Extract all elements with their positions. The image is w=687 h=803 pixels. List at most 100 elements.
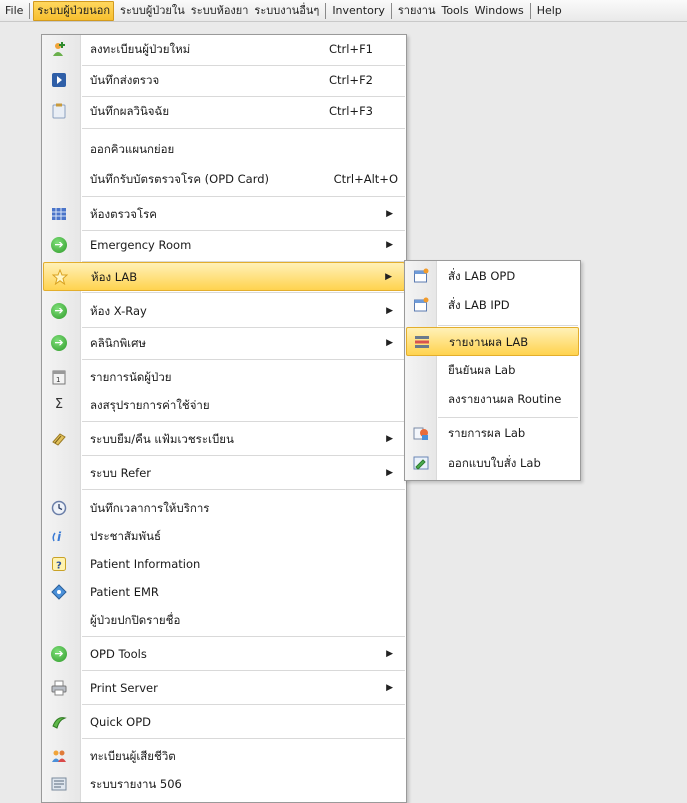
menu-item-refer-system[interactable]: ระบบ Refer ▶: [43, 459, 405, 488]
menu-item-service-time[interactable]: บันทึกเวลาการให้บริการ: [43, 494, 405, 523]
menu-item-borrow-return-records[interactable]: ระบบยืม/คืน แฟ้มเวชระเบียน ▶: [43, 425, 405, 454]
menu-opd[interactable]: ระบบผู้ป่วยนอก: [33, 0, 115, 21]
grid-icon: [51, 206, 67, 222]
menu-item-label: OPD Tools: [90, 647, 147, 661]
sigma-icon: Σ: [54, 397, 64, 412]
submenu-item-label: ออกแบบใบสั่ง Lab: [448, 456, 541, 470]
folder-icon: [51, 431, 67, 447]
calendar-icon: 1: [51, 369, 67, 385]
menu-inventory[interactable]: Inventory: [329, 1, 388, 21]
printer-icon: [51, 680, 67, 696]
menu-item-diagnosis[interactable]: บันทึกผลวินิจฉัย Ctrl+F3: [43, 97, 405, 126]
menu-item-report-506[interactable]: ระบบรายงาน 506: [43, 770, 405, 799]
menu-separator: [82, 738, 405, 739]
menu-windows[interactable]: Windows: [472, 1, 527, 21]
menu-item-shortcut: Ctrl+Alt+O: [333, 172, 398, 186]
green-arrow-icon: ➔: [51, 646, 67, 662]
submenu-item-routine-result-entry[interactable]: ลงรายงานผล Routine: [406, 385, 579, 414]
menu-separator: [529, 2, 531, 19]
opd-dropdown-menu: ลงทะเบียนผู้ป่วยใหม่ Ctrl+F1 บันทึกส่งตร…: [41, 34, 407, 803]
menu-item-opd-card[interactable]: บันทึกรับบัตรตรวจโรค (OPD Card) Ctrl+Alt…: [43, 165, 405, 194]
menu-separator: [82, 670, 405, 671]
menu-bar: File ระบบผู้ป่วยนอก ระบบผู้ป่วยใน ระบบห้…: [0, 0, 687, 22]
menu-separator: [82, 636, 405, 637]
design-icon: [413, 455, 429, 471]
menu-item-shortcut: Ctrl+F2: [328, 73, 373, 87]
menu-item-label: บันทึกรับบัตรตรวจโรค (OPD Card): [90, 172, 270, 186]
submenu-arrow-icon: ▶: [386, 468, 393, 478]
menu-item-patient-emr[interactable]: Patient EMR: [43, 578, 405, 607]
people-icon: [51, 748, 67, 764]
lab-submenu: สั่ง LAB OPD สั่ง LAB IPD รายงานผล LAB ย…: [404, 260, 581, 481]
svg-text:i: i: [57, 530, 62, 544]
menu-item-label: ออกคิวแผนกย่อย: [90, 142, 175, 156]
menu-item-sub-department-queue[interactable]: ออกคิวแผนกย่อย: [43, 135, 405, 164]
svg-text:1: 1: [56, 376, 60, 384]
menu-item-shortcut: Ctrl+F1: [328, 42, 373, 56]
green-arrow-icon: ➔: [51, 237, 67, 253]
menu-other[interactable]: ระบบงานอื่นๆ: [251, 1, 322, 21]
menu-help[interactable]: Help: [534, 1, 565, 21]
menu-item-expense-summary[interactable]: Σ ลงสรุปรายการค่าใช้จ่าย: [43, 391, 405, 420]
menu-separator: [82, 489, 405, 490]
menu-item-label: Quick OPD: [90, 715, 152, 729]
submenu-item-lab-order-opd[interactable]: สั่ง LAB OPD: [406, 262, 579, 291]
submenu-arrow-icon: ▶: [386, 338, 393, 348]
menu-item-label: ระบบ Refer: [90, 466, 152, 480]
help-icon: ?: [51, 556, 67, 572]
submenu-item-label: รายงานผล LAB: [449, 335, 529, 349]
menu-item-label: บันทึกผลวินิจฉัย: [90, 104, 170, 118]
clock-icon: [51, 500, 67, 516]
menu-item-register-patient[interactable]: ลงทะเบียนผู้ป่วยใหม่ Ctrl+F1: [43, 35, 405, 64]
menu-pharmacy[interactable]: ระบบห้องยา: [188, 1, 252, 21]
new-window-icon: [413, 297, 429, 313]
menu-separator: [82, 704, 405, 705]
menu-item-label: ประชาสัมพันธ์: [90, 529, 161, 543]
menu-ipd[interactable]: ระบบผู้ป่วยใน: [117, 1, 188, 21]
info-icon: i: [51, 528, 67, 544]
menu-item-lab-room[interactable]: ห้อง LAB ▶: [43, 262, 405, 291]
menu-file[interactable]: File: [2, 1, 26, 21]
submenu-item-confirm-lab-result[interactable]: ยืนยันผล Lab: [406, 356, 579, 385]
menu-item-label: รายการนัดผู้ป่วย: [90, 370, 172, 384]
menu-item-emergency-room[interactable]: ➔ Emergency Room ▶: [43, 231, 405, 260]
menu-tools[interactable]: Tools: [438, 1, 471, 21]
menu-item-label: ลงทะเบียนผู้ป่วยใหม่: [90, 42, 191, 56]
menu-item-label: ห้อง LAB: [91, 270, 138, 284]
submenu-item-lab-result-list[interactable]: รายการผล Lab: [406, 419, 579, 448]
menu-item-death-registry[interactable]: ทะเบียนผู้เสียชีวิต: [43, 742, 405, 771]
menu-report[interactable]: รายงาน: [395, 1, 439, 21]
menu-item-patient-information[interactable]: ? Patient Information: [43, 550, 405, 579]
menu-item-public-relations[interactable]: i ประชาสัมพันธ์: [43, 522, 405, 551]
submenu-arrow-icon: ▶: [386, 434, 393, 444]
menu-item-hidden-patients[interactable]: ผู้ป่วยปกปิดรายชื่อ: [43, 606, 405, 635]
menu-item-send-exam[interactable]: บันทึกส่งตรวจ Ctrl+F2: [43, 66, 405, 95]
menu-item-label: ระบบยืม/คืน แฟ้มเวชระเบียน: [90, 432, 234, 446]
menu-item-exam-room[interactable]: ห้องตรวจโรค ▶: [43, 200, 405, 229]
submenu-item-label: ลงรายงานผล Routine: [448, 392, 562, 406]
menu-item-label: Patient EMR: [90, 585, 159, 599]
submenu-arrow-icon: ▶: [386, 649, 393, 659]
svg-text:?: ?: [56, 561, 62, 572]
menu-separator: [29, 2, 31, 19]
menu-item-label: Emergency Room: [90, 238, 192, 252]
menu-item-label: บันทึกส่งตรวจ: [90, 73, 160, 87]
menu-item-xray-room[interactable]: ➔ ห้อง X-Ray ▶: [43, 297, 405, 326]
menu-item-special-clinic[interactable]: ➔ คลินิกพิเศษ ▶: [43, 329, 405, 358]
menu-item-label: ผู้ป่วยปกปิดรายชื่อ: [90, 613, 181, 627]
submenu-item-lab-order-ipd[interactable]: สั่ง LAB IPD: [406, 291, 579, 320]
new-window-icon: [413, 268, 429, 284]
menu-item-opd-tools[interactable]: ➔ OPD Tools ▶: [43, 640, 405, 669]
clipboard-icon: [51, 103, 67, 119]
menu-item-appointments[interactable]: 1 รายการนัดผู้ป่วย: [43, 363, 405, 392]
submenu-item-label: สั่ง LAB IPD: [448, 298, 510, 312]
submenu-item-lab-result-report[interactable]: รายงานผล LAB: [406, 327, 579, 356]
menu-separator: [325, 2, 327, 19]
menu-item-quick-opd[interactable]: Quick OPD: [43, 708, 405, 737]
menu-item-print-server[interactable]: Print Server ▶: [43, 674, 405, 703]
menu-separator: [82, 327, 405, 328]
submenu-item-design-lab-form[interactable]: ออกแบบใบสั่ง Lab: [406, 449, 579, 478]
submenu-item-label: รายการผล Lab: [448, 426, 526, 440]
submenu-item-label: สั่ง LAB OPD: [448, 269, 516, 283]
menu-separator: [438, 417, 578, 418]
